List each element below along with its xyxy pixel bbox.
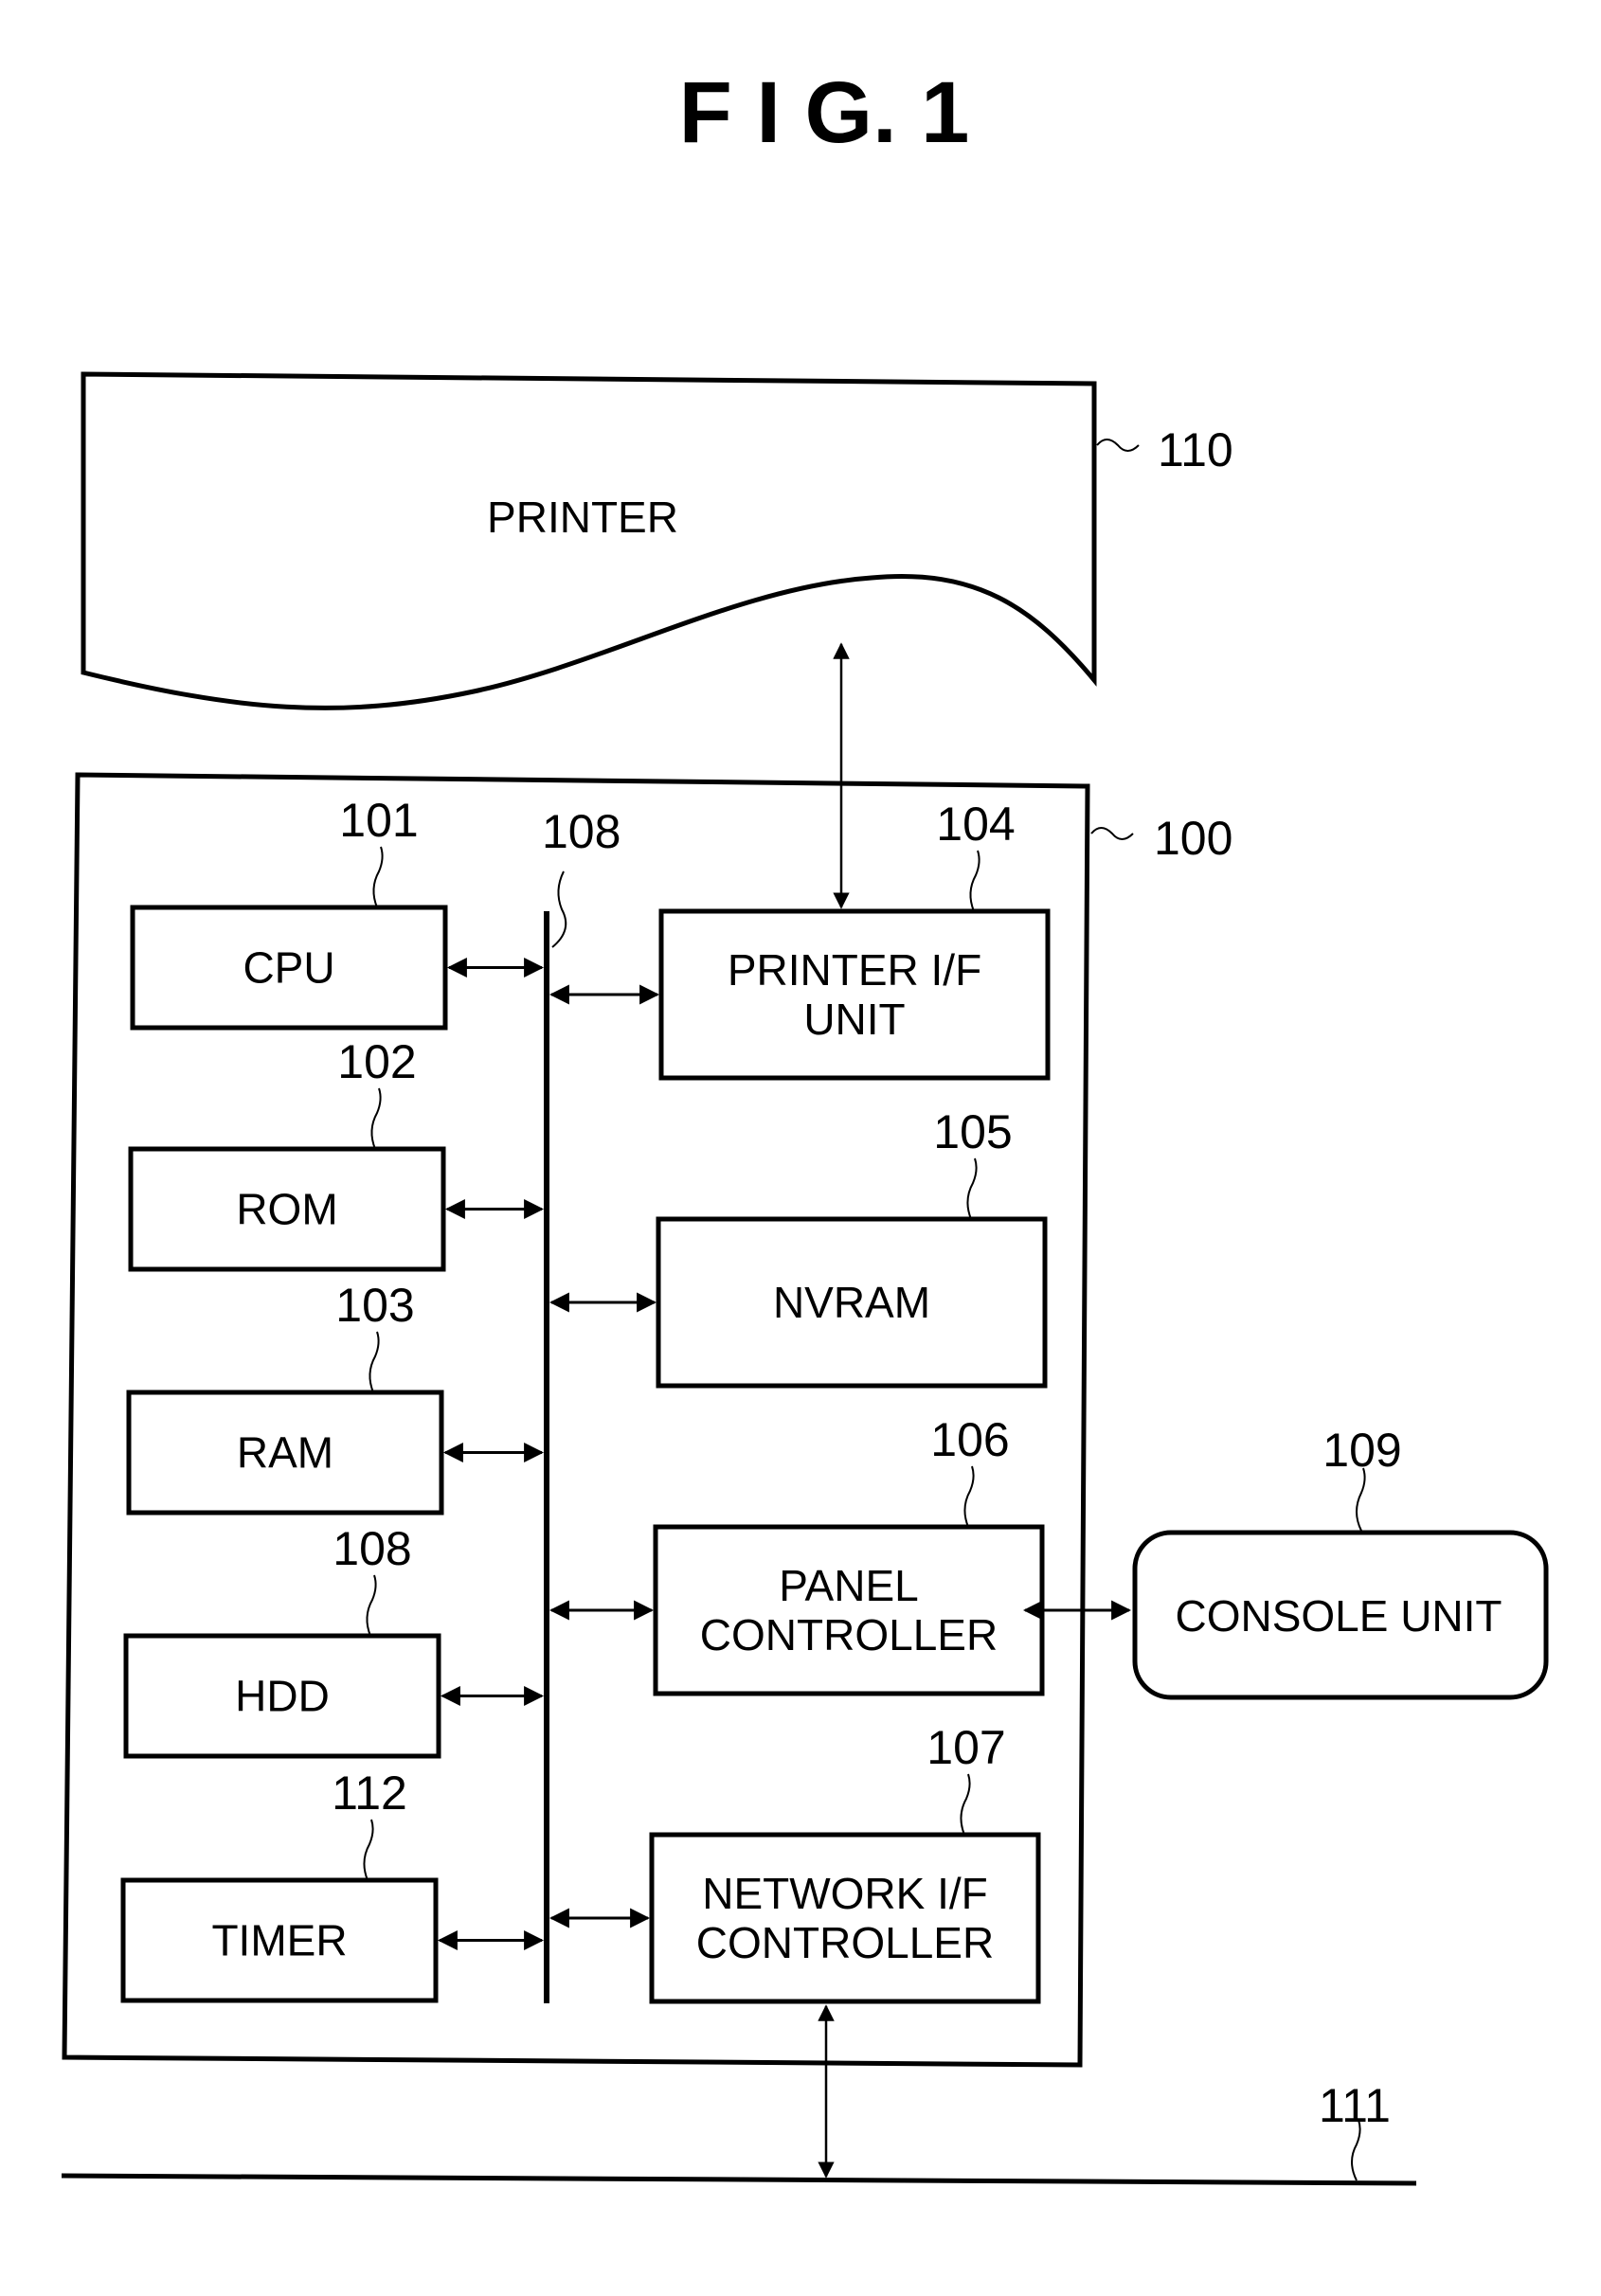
hdd-block: HDD 108 [123,1522,545,1759]
leader-line-103 [369,1331,380,1393]
leader-line-bus [551,870,567,948]
leader-line-105 [966,1157,978,1220]
printer-block: PRINTER 110 [81,371,1233,710]
panel-controller-label-line-2: CONTROLLER [700,1610,998,1659]
leader-line-108 [366,1574,377,1637]
ref-109: 109 [1322,1424,1401,1477]
right-blocks: PRINTER I/FUNIT104NVRAM105PANELCONTROLLE… [549,798,1051,2004]
ref-107: 107 [926,1721,1005,1774]
ref-106: 106 [930,1413,1009,1466]
hdd-label: HDD [235,1672,330,1721]
controller-block: 100 [62,772,1232,2068]
panel-controller-block: PANELCONTROLLER 106 [549,1413,1045,1696]
leader-line-104 [969,850,980,912]
left-blocks: CPU 101 ROM 102 RAM 103 HDD 108 TIMER 112 [120,794,545,2003]
printer-i-f-unit-block: PRINTER I/FUNIT 104 [549,798,1051,1081]
block-diagram: F I G. 1 PRINTER 110 100 108 CPU 101 ROM 10… [61,64,1549,2186]
printer-i-f-unit-label-line-1: PRINTER I/F [728,945,981,995]
nvram-block: NVRAM 105 [549,1105,1048,1389]
console-unit-block: CONSOLE UNIT 109 [1132,1424,1549,1700]
rom-label: ROM [236,1185,337,1234]
leader-line-109 [1356,1467,1366,1532]
console-unit-label: CONSOLE UNIT [1175,1591,1502,1641]
printer-i-f-unit-label-line-2: UNIT [803,995,905,1044]
system-bus: 108 [542,805,621,2003]
ram-block: RAM 103 [126,1279,545,1516]
ref-100: 100 [1154,812,1232,865]
nvram-label-line-1: NVRAM [773,1278,930,1327]
timer-label: TIMER [211,1916,347,1965]
figure-title: F I G. 1 [679,64,970,161]
panel-controller-label-line-1: PANEL [779,1561,918,1610]
leader-line-100 [1090,827,1134,840]
ref-110: 110 [1158,423,1233,476]
ram-label: RAM [237,1428,333,1478]
network-i-f-controller-block: NETWORK I/FCONTROLLER 107 [549,1721,1041,2004]
ref-112: 112 [332,1767,407,1820]
ref-111: 111 [1319,2079,1391,2132]
ref-103: 103 [335,1279,414,1332]
cpu-block: CPU 101 [130,794,545,1031]
timer-block: TIMER 112 [120,1767,545,2003]
ref-104: 104 [936,798,1015,851]
leader-line-107 [960,1773,971,1836]
ref-101: 101 [339,794,418,847]
rom-block: ROM 102 [128,1035,545,1272]
ref-bus-108: 108 [542,805,621,858]
ref-105: 105 [933,1105,1012,1158]
ref-108: 108 [333,1522,411,1575]
leader-line-102 [370,1087,382,1150]
leader-line-101 [372,846,384,908]
network-i-f-controller-label-line-1: NETWORK I/F [702,1869,988,1918]
network-i-f-controller-label-line-2: CONTROLLER [696,1918,994,1967]
printer-label: PRINTER [487,493,678,542]
network-line [61,2173,1417,2186]
cpu-label: CPU [243,943,334,993]
leader-line-112 [363,1819,374,1881]
leader-line-110 [1096,439,1140,452]
leader-line-106 [963,1465,975,1528]
network-line-group: 111 [61,2004,1417,2186]
ref-102: 102 [337,1035,416,1088]
